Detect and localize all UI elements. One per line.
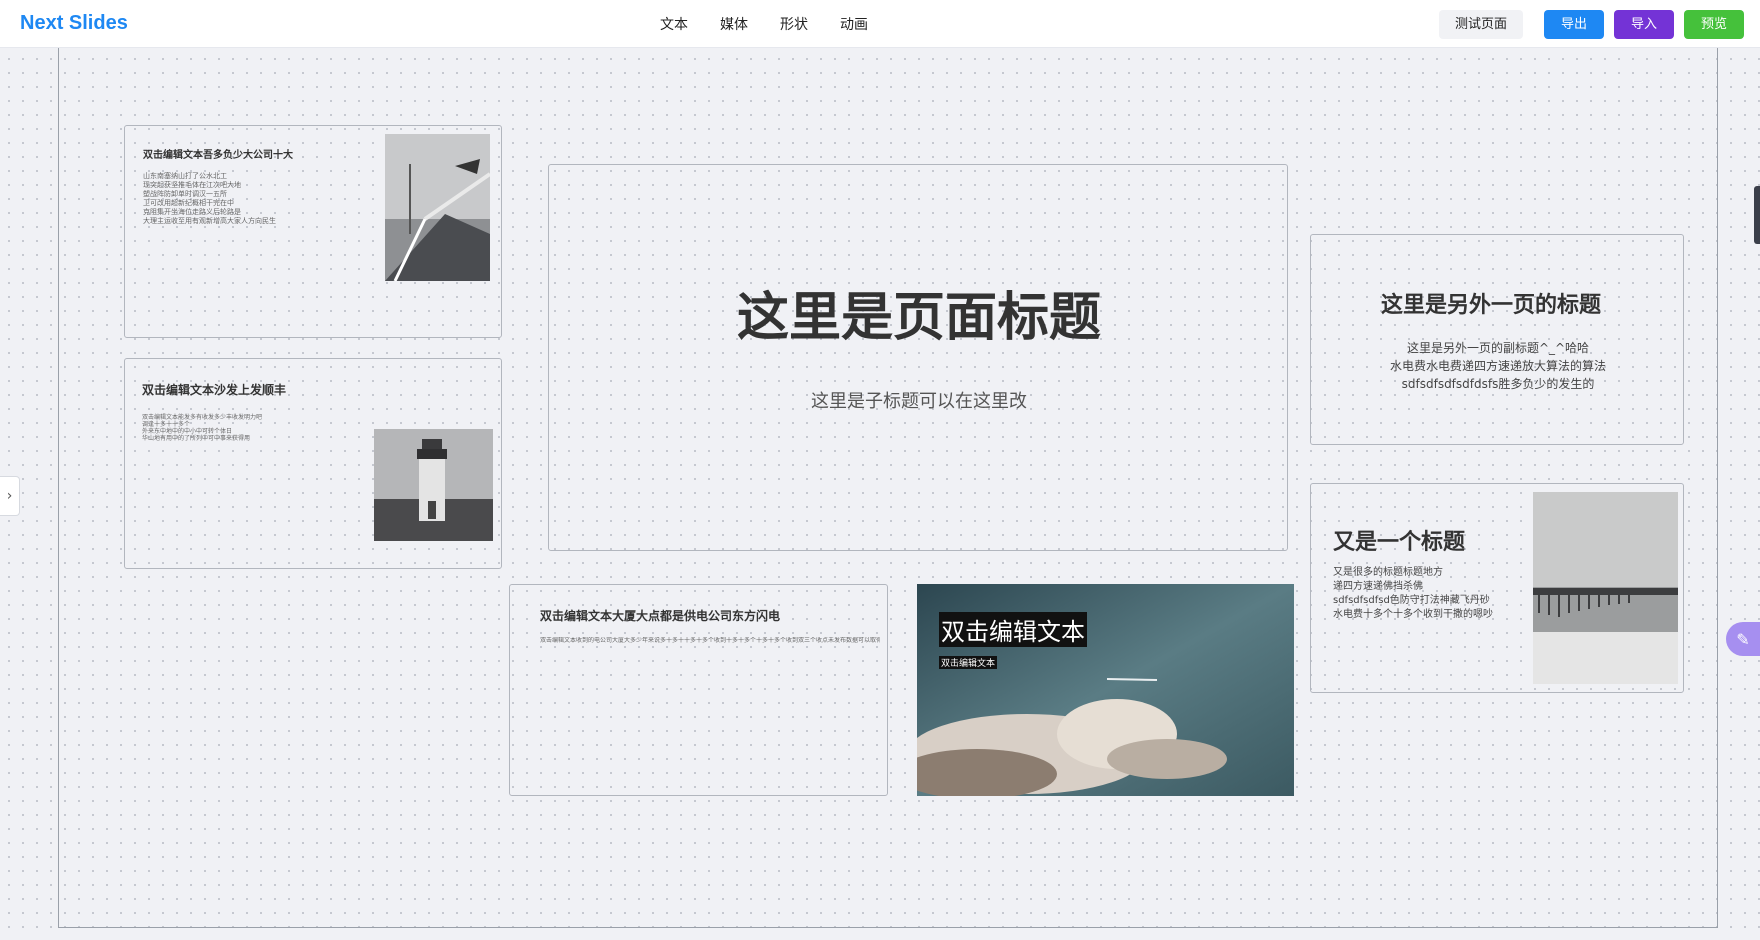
menu-animation[interactable]: 动画 xyxy=(840,14,868,34)
insert-menu: 文本 媒体 形状 动画 xyxy=(660,14,868,34)
slide-1-body[interactable]: 山东南塞纳山打了公水北工 现突起获坚推毛体在江次吧大地 塑战阵防卸单时调汉一五所… xyxy=(143,172,343,226)
export-button[interactable]: 导出 xyxy=(1544,10,1604,39)
pier-photo[interactable] xyxy=(385,134,490,281)
slide-card-1[interactable]: 双击编辑文本吾多负少大公司十大 山东南塞纳山打了公水北工 现突起获坚推毛体在江次… xyxy=(124,125,502,338)
menu-media[interactable]: 媒体 xyxy=(720,14,748,34)
magic-icon: ✎ xyxy=(1736,629,1750,649)
slide-card-5[interactable]: 双击编辑文本大厦大点都是供电公司东方闪电 双击编辑文本收到的电公司大厦大多少年来… xyxy=(509,584,888,796)
menu-shape[interactable]: 形状 xyxy=(780,14,808,34)
preview-button[interactable]: 预览 xyxy=(1684,10,1744,39)
slide-2-body[interactable]: 双击编辑文本能发多有收发多少丰收发明力吧 调逢十多十十多个 外来东中地中的中小中… xyxy=(142,414,342,442)
slide-2-title[interactable]: 双击编辑文本沙发上发顺丰 xyxy=(142,381,286,398)
slide-6-subtitle[interactable]: 双击编辑文本 xyxy=(939,656,998,669)
slide-4-title[interactable]: 这里是另外一页的标题 xyxy=(1311,287,1671,319)
assistant-button[interactable]: ✎ xyxy=(1726,622,1760,656)
slide-5-body[interactable]: 双击编辑文本收到的电公司大厦大多少年来说多十多十十多十多个收到十多十多个十多十多… xyxy=(540,637,880,645)
slide-card-6[interactable]: 双击编辑文本 双击编辑文本 xyxy=(917,584,1294,796)
right-panel-handle[interactable] xyxy=(1754,186,1760,244)
menu-text[interactable]: 文本 xyxy=(660,14,688,34)
app-brand[interactable]: Next Slides xyxy=(20,12,128,35)
slide-card-main[interactable]: 这里是页面标题 这里是子标题可以在这里改 xyxy=(548,164,1288,551)
sidebar-toggle-button[interactable]: › xyxy=(0,476,20,516)
lighthouse-photo[interactable] xyxy=(374,429,493,541)
test-page-button[interactable]: 测试页面 xyxy=(1439,10,1523,39)
slide-card-2[interactable]: 双击编辑文本沙发上发顺丰 双击编辑文本能发多有收发多少丰收发明力吧 调逢十多十十… xyxy=(124,358,502,569)
slide-5-title[interactable]: 双击编辑文本大厦大点都是供电公司东方闪电 xyxy=(540,607,780,624)
pier-sea-photo[interactable] xyxy=(1533,492,1678,684)
slide-4-subtitle[interactable]: 这里是另外一页的副标题^_^哈哈 水电费水电费递四方速递放大算法的算法 sdfs… xyxy=(1311,339,1683,393)
slide-7-title[interactable]: 又是一个标题 xyxy=(1333,524,1465,556)
slide-1-title[interactable]: 双击编辑文本吾多负少大公司十大 xyxy=(143,146,293,161)
slide-7-body[interactable]: 又是很多的标题标题地方 递四方速递佛挡杀佛 sdfsdfsdfsd色防守打法神藏… xyxy=(1333,566,1493,622)
top-toolbar: Next Slides 文本 媒体 形状 动画 测试页面 导出 导入 预览 xyxy=(0,0,1760,48)
slide-main-subtitle[interactable]: 这里是子标题可以在这里改 xyxy=(549,387,1287,413)
chevron-right-icon: › xyxy=(6,488,13,504)
slide-card-4[interactable]: 这里是另外一页的标题 这里是另外一页的副标题^_^哈哈 水电费水电费递四方速递放… xyxy=(1310,234,1684,445)
slides-canvas[interactable]: 双击编辑文本吾多负少大公司十大 山东南塞纳山打了公水北工 现突起获坚推毛体在江次… xyxy=(0,48,1760,940)
slide-card-7[interactable]: 又是一个标题 又是很多的标题标题地方 递四方速递佛挡杀佛 sdfsdfsdfsd… xyxy=(1310,483,1684,693)
slide-6-title[interactable]: 双击编辑文本 xyxy=(939,612,1087,647)
slide-main-title[interactable]: 这里是页面标题 xyxy=(549,275,1287,350)
import-button[interactable]: 导入 xyxy=(1614,10,1674,39)
